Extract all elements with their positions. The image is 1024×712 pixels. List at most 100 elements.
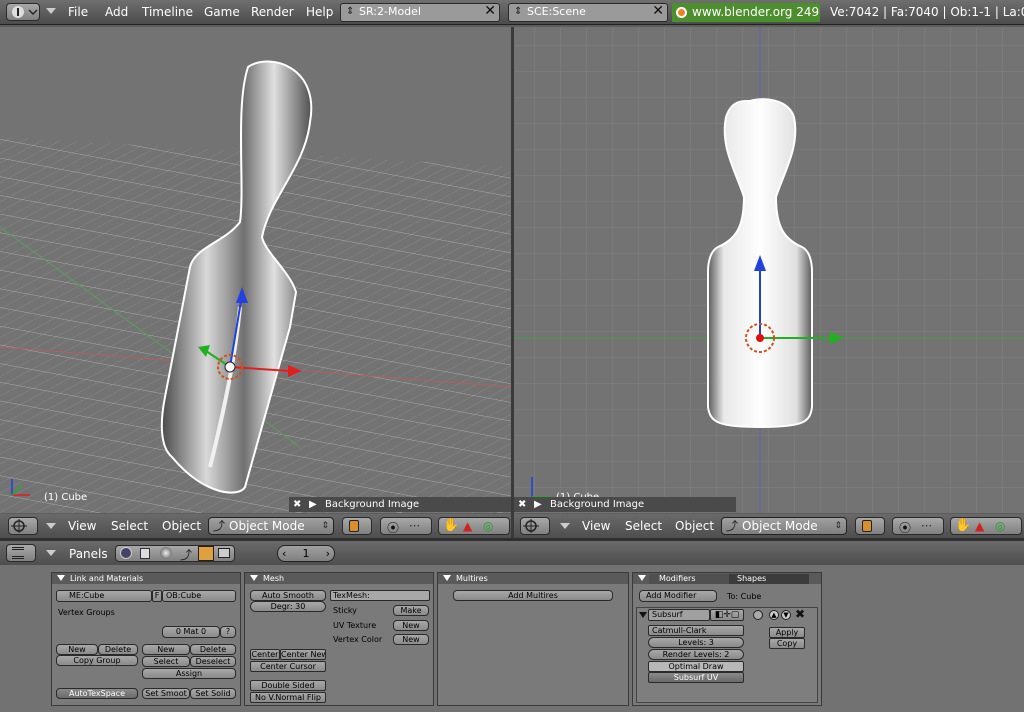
- frame-right-arrow-icon[interactable]: ›: [326, 546, 330, 561]
- left-bg-image-panel[interactable]: ✖ ▶ Background Image: [289, 497, 511, 512]
- screen-selector[interactable]: ⇕ SR:2-Model ✕: [340, 3, 500, 22]
- scene-icon[interactable]: [218, 548, 230, 558]
- website-link[interactable]: www.blender.org 249.2: [672, 3, 820, 22]
- left-pivot-icon[interactable]: ⦿ ⋯: [380, 517, 432, 535]
- double-sided-toggle[interactable]: Double Sided: [250, 680, 326, 691]
- tab-modifiers[interactable]: Modifiers: [649, 574, 729, 584]
- mesh-title[interactable]: Mesh: [245, 573, 433, 584]
- left-3d-viewport[interactable]: (1) Cube: [0, 27, 511, 513]
- copy-button[interactable]: Copy: [769, 638, 805, 649]
- right-collapse-icon[interactable]: [560, 523, 570, 529]
- center-cursor-button[interactable]: Center Cursor: [250, 661, 326, 672]
- right-editor-type-icon[interactable]: [520, 517, 550, 535]
- sticky-make-button[interactable]: Make: [393, 605, 429, 616]
- vgroup-new-button[interactable]: New: [56, 644, 98, 655]
- scene-selector[interactable]: ⇕ SCE:Scene ✕: [508, 3, 668, 22]
- fake-user-toggle[interactable]: F: [152, 590, 162, 602]
- right-bg-expand-icon[interactable]: ▶: [534, 497, 542, 512]
- right-pivot-icon[interactable]: ⦿ ⋯: [892, 517, 944, 535]
- optimal-draw-toggle[interactable]: Optimal Draw: [648, 661, 744, 672]
- right-shading-icon[interactable]: [855, 517, 885, 535]
- menu-render[interactable]: Render: [251, 5, 294, 19]
- move-up-icon[interactable]: ▲: [769, 610, 779, 620]
- menu-add[interactable]: Add: [105, 5, 128, 19]
- subsurf-uv-toggle[interactable]: Subsurf UV: [648, 672, 744, 683]
- frame-number-field[interactable]: ‹ 1 ›: [277, 545, 335, 562]
- center-button[interactable]: Center: [250, 649, 280, 660]
- right-bg-close-icon[interactable]: ✖: [518, 497, 526, 512]
- material-delete-button[interactable]: Delete: [190, 644, 236, 655]
- tab-shapes[interactable]: Shapes: [729, 574, 809, 584]
- copy-group-button[interactable]: Copy Group: [56, 655, 138, 666]
- set-solid-button[interactable]: Set Solid: [190, 688, 236, 699]
- menu-timeline[interactable]: Timeline: [142, 5, 193, 19]
- object-icon[interactable]: ⤴: [180, 546, 192, 563]
- left-collapse-icon[interactable]: [46, 523, 56, 529]
- left-menu-select[interactable]: Select: [111, 519, 148, 533]
- apply-button[interactable]: Apply: [769, 627, 805, 638]
- right-menu-view[interactable]: View: [582, 519, 610, 533]
- right-3d-viewport[interactable]: (1) Cube: [514, 27, 1024, 513]
- autotexspace-toggle[interactable]: AutoTexSpace: [56, 688, 138, 699]
- frame-left-arrow-icon[interactable]: ‹: [282, 546, 286, 561]
- buttons-collapse-icon[interactable]: [46, 550, 56, 556]
- subsurf-display-toggles[interactable]: ◧✛▢: [710, 609, 744, 621]
- mesh-name-field[interactable]: ME:Cube: [56, 590, 152, 602]
- menu-help[interactable]: Help: [306, 5, 333, 19]
- left-editor-type-icon[interactable]: [8, 517, 38, 535]
- menu-file[interactable]: File: [68, 5, 88, 19]
- material-deselect-button[interactable]: Deselect: [190, 656, 236, 667]
- logic-icon[interactable]: [120, 547, 132, 559]
- material-index-field[interactable]: 0 Mat 0: [162, 626, 220, 638]
- move-down-icon[interactable]: ▼: [781, 610, 791, 620]
- editing-icon[interactable]: [198, 546, 214, 561]
- collapse-header-icon[interactable]: [46, 8, 56, 14]
- material-new-button[interactable]: New: [142, 644, 190, 655]
- multires-title[interactable]: Multires: [438, 573, 628, 584]
- uv-texture-new-button[interactable]: New: [393, 620, 429, 631]
- subdivision-type-select[interactable]: Catmull-Clark: [648, 625, 744, 636]
- material-query-button[interactable]: ?: [220, 626, 236, 638]
- left-manipulator-toolbar[interactable]: ✋ ▲ ◎: [438, 517, 510, 535]
- material-assign-button[interactable]: Assign: [142, 668, 236, 679]
- right-mode-select[interactable]: ⤴ Object Mode ⇕: [721, 517, 847, 535]
- buttons-editor-type-icon[interactable]: [6, 544, 36, 562]
- translate-icon[interactable]: ▲: [463, 519, 472, 533]
- link-materials-title[interactable]: Link and Materials: [52, 573, 240, 584]
- editor-type-icon[interactable]: [6, 3, 40, 21]
- remove-modifier-icon[interactable]: ✖: [795, 607, 805, 621]
- scene-delete-icon[interactable]: ✕: [652, 4, 664, 19]
- scale-icon[interactable]: ◎: [483, 519, 493, 533]
- degree-field[interactable]: Degr: 30: [250, 601, 326, 612]
- object-name-field[interactable]: OB:Cube: [162, 590, 236, 602]
- shading-icon[interactable]: [160, 547, 172, 559]
- right-bg-image-panel[interactable]: ✖ ▶ Background Image: [514, 497, 736, 512]
- render-levels-field[interactable]: Render Levels: 2: [648, 649, 744, 660]
- auto-smooth-toggle[interactable]: Auto Smooth: [250, 590, 326, 601]
- context-buttons[interactable]: ⤴: [115, 545, 235, 562]
- hand-icon[interactable]: ✋: [443, 518, 459, 533]
- texmesh-field[interactable]: TexMesh:: [330, 590, 430, 601]
- screen-delete-icon[interactable]: ✕: [484, 4, 496, 19]
- right-manipulator-toolbar[interactable]: ✋ ▲ ◎: [950, 517, 1022, 535]
- right-hand-icon[interactable]: ✋: [955, 518, 971, 533]
- right-menu-object[interactable]: Object: [675, 519, 714, 533]
- left-menu-view[interactable]: View: [68, 519, 96, 533]
- right-translate-icon[interactable]: ▲: [975, 519, 984, 533]
- menu-game[interactable]: Game: [204, 5, 240, 19]
- cage-toggle-icon[interactable]: [753, 610, 763, 620]
- set-smooth-button[interactable]: Set Smoot: [142, 688, 190, 699]
- left-menu-object[interactable]: Object: [162, 519, 201, 533]
- add-modifier-menu[interactable]: Add Modifier: [639, 590, 717, 602]
- script-icon[interactable]: [140, 548, 150, 559]
- vgroup-delete-button[interactable]: Delete: [98, 644, 138, 655]
- left-shading-icon[interactable]: [342, 517, 372, 535]
- subsurf-collapse-icon[interactable]: [639, 612, 647, 618]
- left-bg-close-icon[interactable]: ✖: [293, 497, 301, 512]
- add-multires-button[interactable]: Add Multires: [453, 590, 613, 601]
- no-vnormal-flip-toggle[interactable]: No V.Normal Flip: [250, 692, 326, 703]
- right-menu-select[interactable]: Select: [625, 519, 662, 533]
- subsurf-name-field[interactable]: Subsurf: [648, 609, 710, 621]
- left-bg-expand-icon[interactable]: ▶: [309, 497, 317, 512]
- levels-field[interactable]: Levels: 3: [648, 637, 744, 648]
